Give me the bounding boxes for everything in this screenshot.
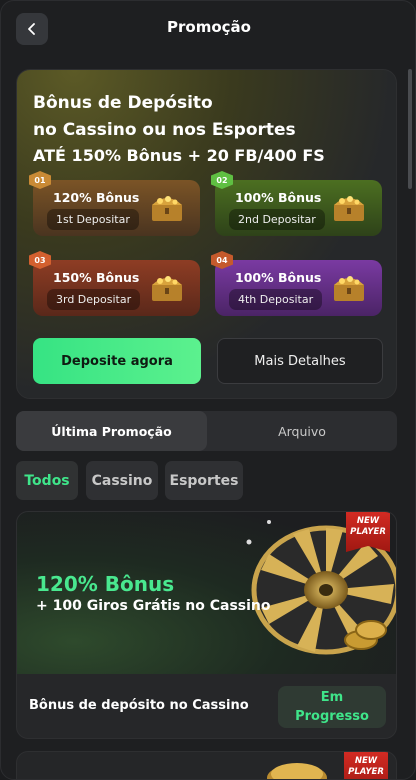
promo-card[interactable]: NEW PLAYER xyxy=(16,751,397,779)
hero-highlight: ATÉ 150% Bônus + 20 FB/400 FS xyxy=(33,146,325,165)
treasure-chest-icon xyxy=(152,276,182,301)
status-line2: Progresso xyxy=(295,709,369,724)
ribbon-line1: NEW xyxy=(354,756,378,766)
page-title: Promoção xyxy=(167,18,251,36)
new-player-ribbon: NEW PLAYER xyxy=(344,752,388,779)
deposit-bonus-card: Bônus de Depósito no Cassino ou nos Espo… xyxy=(16,69,397,399)
promotion-tabs: Última Promoção Arquivo xyxy=(16,411,397,451)
bonus-tier-3[interactable]: 03 150% Bônus 3rd Depositar xyxy=(29,251,200,316)
tier-percentage: 150% Bônus xyxy=(53,270,140,285)
hero-title-line1: Bônus de Depósito xyxy=(33,93,213,113)
tier-percentage: 120% Bônus xyxy=(53,190,140,205)
tier-badge: 02 xyxy=(211,171,233,189)
tier-deposit-label: 1st Depositar xyxy=(47,209,139,230)
ribbon-line2: PLAYER xyxy=(348,767,384,777)
tier-percentage: 100% Bônus xyxy=(235,190,322,205)
promo-subline: + 100 Giros Grátis no Cassino xyxy=(36,598,271,614)
treasure-chest-icon xyxy=(334,196,364,221)
promo-banner: NEW PLAYER 120% Bônus + 100 Giros Grátis… xyxy=(17,512,396,674)
promo-card[interactable]: NEW PLAYER 120% Bônus + 100 Giros Grátis… xyxy=(16,511,397,739)
scrollbar[interactable] xyxy=(408,69,412,189)
new-player-ribbon: NEW PLAYER xyxy=(346,512,390,552)
deposit-now-button[interactable]: Deposite agora xyxy=(33,338,201,384)
header: Promoção xyxy=(1,1,415,57)
treasure-chest-icon xyxy=(334,276,364,301)
tier-badge: 04 xyxy=(211,251,233,269)
tier-percentage: 100% Bônus xyxy=(235,270,322,285)
bonus-tier-1[interactable]: 01 120% Bônus 1st Depositar xyxy=(29,171,200,236)
promo-headline: 120% Bônus xyxy=(36,572,175,596)
in-progress-button[interactable]: Em Progresso xyxy=(278,686,386,728)
tier-badge: 01 xyxy=(29,171,51,189)
tab-archive[interactable]: Arquivo xyxy=(207,411,397,451)
gold-coins-icon xyxy=(267,763,327,779)
filter-casino[interactable]: Cassino xyxy=(86,461,158,500)
promo-title: Bônus de depósito no Cassino xyxy=(29,698,249,713)
tier-deposit-label: 3rd Depositar xyxy=(47,289,141,310)
tier-badge: 03 xyxy=(29,251,51,269)
filter-sports[interactable]: Esportes xyxy=(165,461,243,500)
hero-title: Bônus de Depósito no Cassino ou nos Espo… xyxy=(33,90,296,144)
ribbon-line1: NEW xyxy=(356,516,380,526)
treasure-chest-icon xyxy=(152,196,182,221)
bonus-tier-2[interactable]: 02 100% Bônus 2nd Depositar xyxy=(211,171,382,236)
filter-all[interactable]: Todos xyxy=(16,461,78,500)
promotion-screen: Promoção Bônus de Depósito no Cassino ou… xyxy=(0,0,416,780)
ribbon-line2: PLAYER xyxy=(350,527,386,537)
hero-title-line2: no Cassino ou nos Esportes xyxy=(33,120,296,140)
tier-deposit-label: 2nd Depositar xyxy=(229,209,325,230)
bonus-tier-4[interactable]: 04 100% Bônus 4th Depositar xyxy=(211,251,382,316)
tab-latest-promotion[interactable]: Última Promoção xyxy=(16,411,207,451)
more-details-button[interactable]: Mais Detalhes xyxy=(217,338,383,384)
tier-deposit-label: 4th Depositar xyxy=(229,289,323,310)
status-line1: Em xyxy=(320,690,344,705)
